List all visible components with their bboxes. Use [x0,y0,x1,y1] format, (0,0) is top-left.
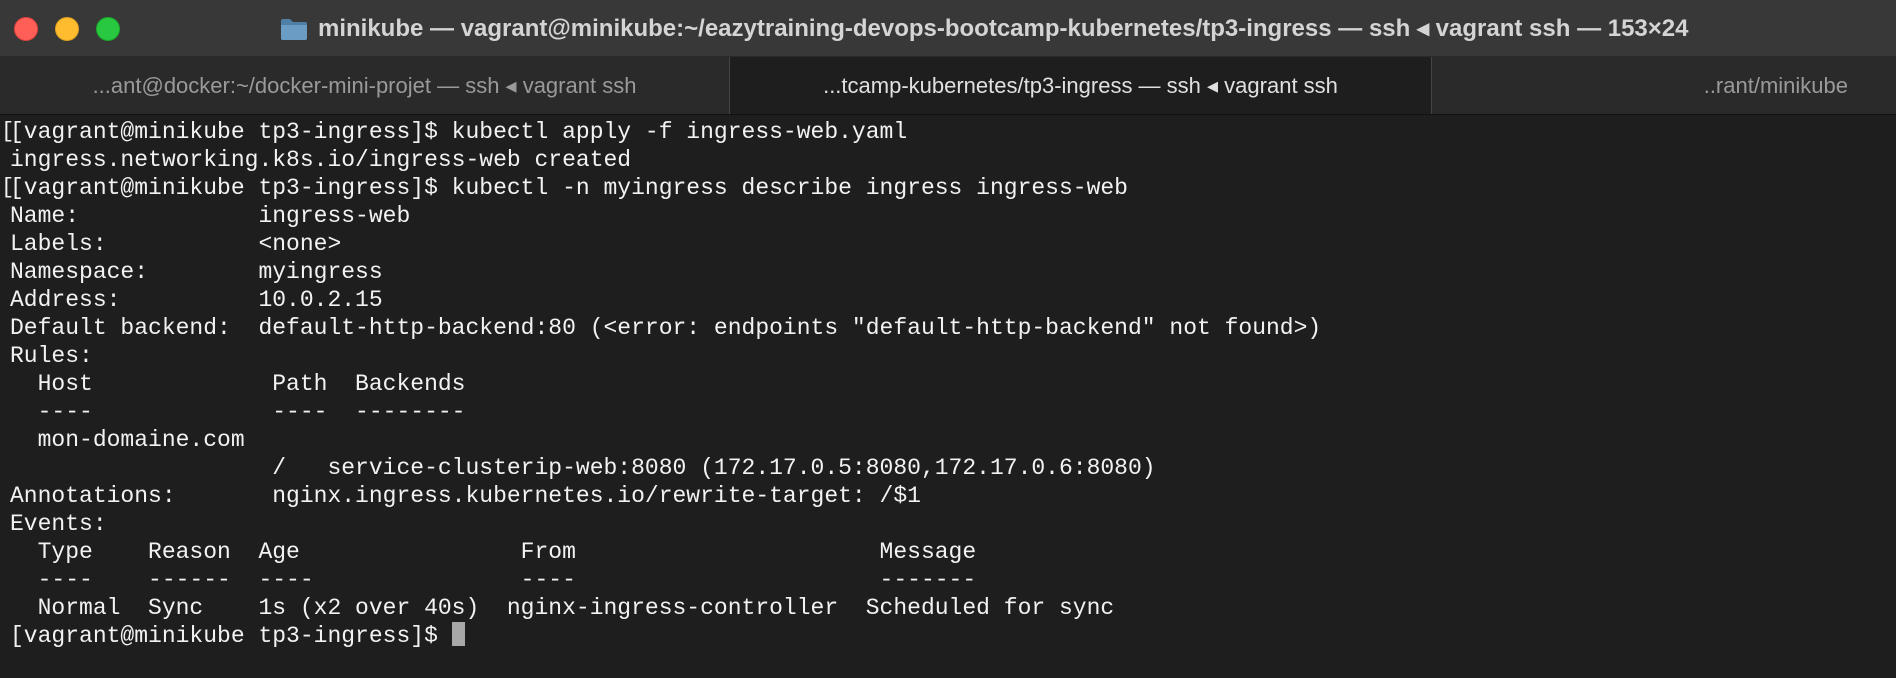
terminal-window: minikube — vagrant@minikube:~/eazytraini… [0,0,1896,678]
terminal-line: Labels: <none> [10,231,342,257]
terminal-line: Default backend: default-http-backend:80… [10,315,1322,341]
terminal-output[interactable]: [[ [vagrant@minikube tp3-ingress]$ kubec… [0,116,1896,678]
terminal-line: ingress.networking.k8s.io/ingress-web cr… [10,147,632,173]
tab-label: ..rant/minikube [1703,72,1848,98]
terminal-line: Events: [10,511,107,537]
tab-docker[interactable]: ...ant@docker:~/docker-mini-projet — ssh… [0,57,730,114]
terminal-line: Rules: [10,343,93,369]
tab-label: ...ant@docker:~/docker-mini-projet — ssh… [92,72,637,98]
prompt-line[interactable]: [vagrant@minikube tp3-ingress]$ [10,622,1321,650]
text-cursor [451,622,465,646]
zoom-button[interactable] [96,17,120,41]
terminal-line: Type Reason Age From Message [10,539,977,565]
tab-minikube[interactable]: ..rant/minikube [1432,57,1896,114]
terminal-line: mon-domaine.com [10,427,245,453]
folder-icon [281,18,307,40]
terminal-line: Host Path Backends [10,371,466,397]
terminal-line: Address: 10.0.2.15 [10,287,383,313]
terminal-line: [vagrant@minikube tp3-ingress]$ kubectl … [10,175,1128,201]
terminal-line: Name: ingress-web [10,203,411,229]
terminal-line: [vagrant@minikube tp3-ingress]$ kubectl … [10,119,908,145]
tab-bar: ...ant@docker:~/docker-mini-projet — ssh… [0,57,1896,115]
terminal-line: ---- ---- -------- [10,399,466,425]
terminal-line: Normal Sync 1s (x2 over 40s) nginx-ingre… [10,595,1115,621]
prompt-text: [vagrant@minikube tp3-ingress]$ [10,623,452,649]
window-title: minikube — vagrant@minikube:~/eazytraini… [280,0,1688,57]
terminal-line: Namespace: myingress [10,259,383,285]
terminal-line: Annotations: nginx.ingress.kubernetes.io… [10,483,921,509]
minimize-button[interactable] [55,17,79,41]
tab-label: ...tcamp-kubernetes/tp3-ingress — ssh ◂ … [823,72,1338,98]
close-button[interactable] [14,17,38,41]
tab-tp3-ingress[interactable]: ...tcamp-kubernetes/tp3-ingress — ssh ◂ … [730,57,1432,114]
terminal-line: / service-clusterip-web:8080 (172.17.0.5… [10,455,1156,481]
window-title-text: minikube — vagrant@minikube:~/eazytraini… [318,15,1689,42]
title-bar[interactable]: minikube — vagrant@minikube:~/eazytraini… [0,0,1896,57]
terminal-lines: [vagrant@minikube tp3-ingress]$ kubectl … [10,118,1321,650]
terminal-line: ---- ------ ---- ---- ------- [10,567,977,593]
